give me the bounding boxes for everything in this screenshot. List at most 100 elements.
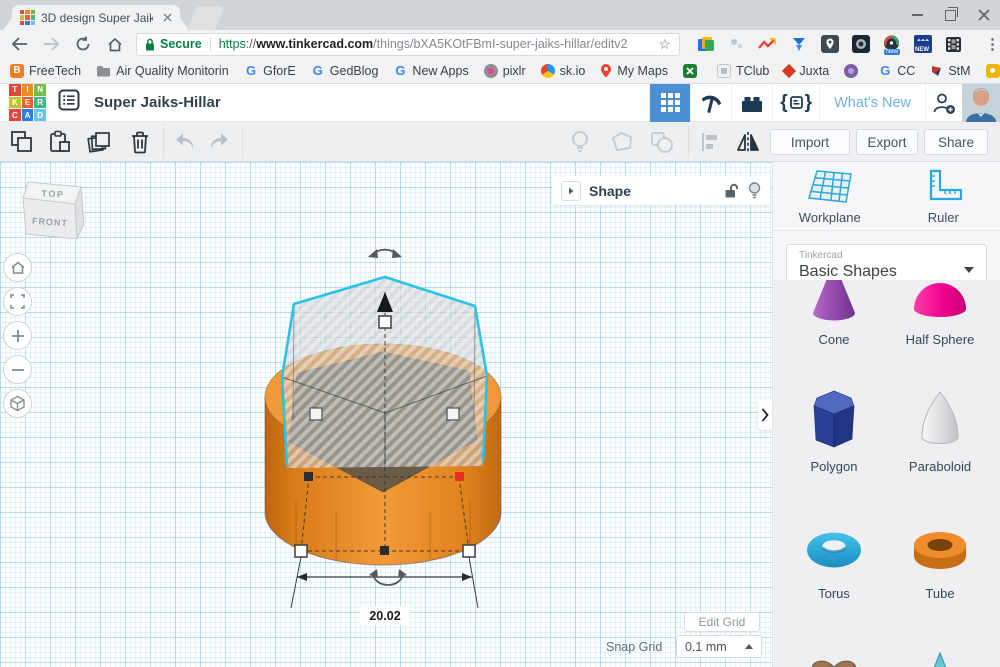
- redo-icon[interactable]: [204, 129, 232, 155]
- docs-collection-icon[interactable]: [696, 35, 715, 54]
- user-avatar[interactable]: [962, 84, 1000, 122]
- snap-grid-select[interactable]: 0.1 mm: [676, 635, 762, 658]
- reload-icon[interactable]: [70, 33, 96, 55]
- mid-handle-left[interactable]: [304, 472, 313, 481]
- bookmark-my-maps[interactable]: My Maps: [600, 63, 668, 78]
- unlock-icon[interactable]: [723, 183, 740, 199]
- viewcube-top-label[interactable]: TOP: [41, 188, 64, 199]
- corner-handle-left[interactable]: [295, 545, 307, 557]
- fit-view-button[interactable]: [3, 287, 32, 316]
- address-bar[interactable]: Secure https :// www.tinkercad.com /thin…: [136, 33, 680, 56]
- bookmark-skio[interactable]: sk.io: [541, 64, 586, 78]
- tinkercad-logo[interactable]: TIN KER CAD: [9, 84, 46, 121]
- zoom-out-button[interactable]: [3, 355, 32, 384]
- forward-icon[interactable]: [38, 33, 64, 55]
- bookmark-stm[interactable]: StM: [930, 64, 970, 78]
- mid-handle-right-active[interactable]: [455, 472, 464, 481]
- ruler-tool[interactable]: Ruler: [887, 162, 1000, 230]
- share-button[interactable]: Share: [924, 129, 988, 155]
- mirror-icon[interactable]: [734, 129, 762, 155]
- disabled-dots-icon[interactable]: [727, 35, 746, 54]
- export-button[interactable]: Export: [856, 129, 918, 155]
- minecraft-button[interactable]: [690, 84, 731, 122]
- filmstrip-icon[interactable]: [944, 35, 963, 54]
- codeblocks-button[interactable]: { }: [772, 84, 819, 122]
- shape-solid-icon[interactable]: [608, 129, 636, 155]
- align-icon[interactable]: [696, 129, 724, 155]
- 3d-viewport[interactable]: TOP FRONT Shape: [0, 162, 772, 667]
- bookmark-new-apps[interactable]: G New Apps: [393, 63, 468, 78]
- delete-icon[interactable]: [126, 129, 154, 155]
- paste-icon[interactable]: [46, 129, 74, 155]
- sheets-icon: [683, 64, 697, 78]
- bookmark-gfore[interactable]: G GforE: [244, 63, 296, 78]
- bookmark-sheets[interactable]: [683, 64, 702, 78]
- back-icon[interactable]: [6, 33, 32, 55]
- whats-new-link[interactable]: What's New: [819, 84, 925, 122]
- minimize-icon[interactable]: [912, 14, 923, 16]
- design-menu-icon[interactable]: [58, 89, 80, 116]
- lego-brick-icon: [740, 92, 764, 114]
- browser-menu-icon[interactable]: ⋮: [985, 35, 1000, 53]
- side-handle-right[interactable]: [447, 408, 459, 420]
- blue-v-icon[interactable]: [789, 35, 808, 54]
- shape-card-half-sphere[interactable]: Half Sphere: [888, 280, 992, 347]
- group-shapes-icon[interactable]: [648, 129, 676, 155]
- gauge-new-icon[interactable]: New: [882, 35, 901, 54]
- dimension-value[interactable]: 20.02: [369, 609, 400, 623]
- mid-handle-front[interactable]: [380, 546, 389, 555]
- copy-icon[interactable]: [8, 129, 36, 155]
- new-tile-icon[interactable]: NEW: [913, 35, 932, 54]
- sidebar-collapse-handle[interactable]: [758, 400, 772, 430]
- side-handle-left[interactable]: [310, 408, 322, 420]
- home-icon[interactable]: [102, 33, 128, 55]
- yellow-app-icon: [986, 64, 1000, 78]
- shape-card-paraboloid[interactable]: Paraboloid: [888, 375, 992, 474]
- bookmark-yellow-app[interactable]: [986, 64, 1000, 78]
- shape-card-polygon[interactable]: Polygon: [782, 375, 886, 474]
- bookmark-folder-air-quality[interactable]: Air Quality Monitoring: [96, 64, 229, 78]
- zoom-in-button[interactable]: [3, 321, 32, 350]
- hole-bulb-icon[interactable]: [566, 129, 594, 155]
- tab-close-icon[interactable]: [163, 13, 172, 22]
- panel-collapse-icon[interactable]: [561, 181, 581, 201]
- bookmark-freetech[interactable]: B FreeTech: [10, 64, 81, 78]
- workplane-tool[interactable]: Workplane: [773, 162, 887, 230]
- bookmark-tclub[interactable]: TClub: [717, 64, 769, 78]
- invite-button[interactable]: [925, 84, 962, 122]
- perspective-toggle-button[interactable]: [3, 389, 32, 418]
- new-tab-button[interactable]: [187, 6, 226, 30]
- view-cube[interactable]: TOP FRONT: [20, 178, 88, 244]
- brick-button[interactable]: [731, 84, 772, 122]
- shape-card-cone[interactable]: Cone: [782, 280, 886, 347]
- dashboard-grid-button[interactable]: [649, 84, 690, 122]
- window-close-icon[interactable]: [978, 9, 990, 21]
- bookmark-pixlr[interactable]: pixlr: [484, 64, 526, 78]
- bookmark-juxta[interactable]: Juxta: [784, 64, 829, 78]
- edit-toolbar: Import Export Share: [0, 122, 1000, 162]
- location-pin-ext-icon[interactable]: [820, 35, 839, 54]
- bookmark-purple-app[interactable]: [844, 64, 863, 78]
- dark-camera-icon[interactable]: [851, 35, 870, 54]
- selected-model[interactable]: 20.02: [230, 232, 520, 640]
- height-scale-handle[interactable]: [379, 316, 391, 328]
- restore-icon[interactable]: [945, 10, 956, 21]
- bookmark-cc[interactable]: G CC: [878, 63, 915, 78]
- shape-card-tube[interactable]: Tube: [888, 502, 992, 601]
- shape-card-torus[interactable]: Torus: [782, 502, 886, 601]
- corner-handle-right[interactable]: [463, 545, 475, 557]
- browser-tab[interactable]: 3D design Super Jaiks-H: [12, 5, 180, 30]
- bookmark-star-icon[interactable]: ☆: [658, 36, 671, 53]
- duplicate-icon[interactable]: [86, 129, 114, 155]
- undo-icon[interactable]: [172, 129, 200, 155]
- brace-right: }: [805, 92, 812, 114]
- shape-card-heart[interactable]: [782, 629, 886, 667]
- folder-icon: [96, 64, 111, 77]
- bookmark-gedblog[interactable]: G GedBlog: [311, 63, 379, 78]
- edit-grid-button[interactable]: Edit Grid: [684, 612, 760, 632]
- home-view-button[interactable]: [3, 253, 32, 282]
- hide-bulb-icon[interactable]: [748, 182, 761, 199]
- shape-card-star[interactable]: [888, 629, 992, 667]
- zigzag-arrow-icon[interactable]: [758, 35, 777, 54]
- import-button[interactable]: Import: [770, 129, 850, 155]
